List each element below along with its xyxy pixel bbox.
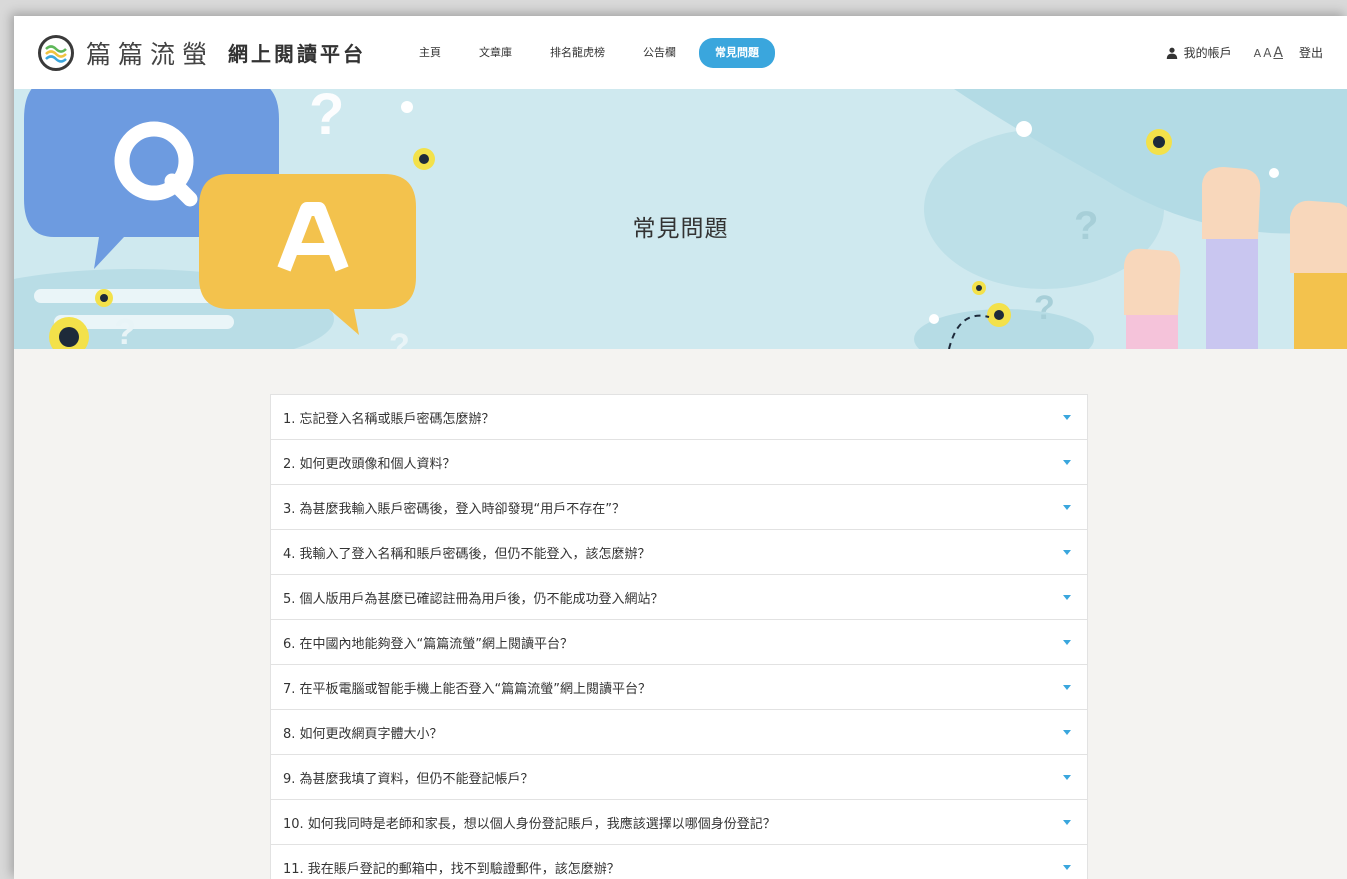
font-size-medium[interactable]: A: [1263, 46, 1271, 60]
svg-text:?: ?: [1034, 289, 1055, 327]
font-size-large[interactable]: A: [1273, 45, 1283, 61]
font-size-controls: A A A: [1254, 45, 1285, 61]
faq-list: 1. 忘記登入名稱或賬戶密碼怎麼辦？ 2. 如何更改頭像和個人資料？ 3. 為甚…: [270, 394, 1088, 879]
menu-item-rankings[interactable]: 排名龍虎榜: [531, 38, 624, 68]
caret-down-icon: [1063, 414, 1071, 420]
faq-question: 7. 在平板電腦或智能手機上能否登入“篇篇流螢”網上閱讀平台？: [283, 681, 652, 697]
caret-down-icon: [1063, 819, 1071, 825]
faq-item-4[interactable]: 4. 我輸入了登入名稱和賬戶密碼後，但仍不能登入，該怎麼辦？: [271, 530, 1087, 575]
brand-logo[interactable]: 篇篇流螢 網上閱讀平台: [38, 34, 367, 71]
font-size-small[interactable]: A: [1254, 47, 1262, 60]
faq-question: 10. 如何我同時是老師和家長，想以個人身份登記賬戶，我應該選擇以哪個身份登記？: [283, 816, 776, 832]
hero-banner: ? ? ? ? ? 常見問題: [14, 89, 1347, 349]
caret-down-icon: [1063, 639, 1071, 645]
faq-question: 5. 個人版用戶為甚麼已確認註冊為用戶後，仍不能成功登入網站？: [283, 591, 664, 607]
my-account-link[interactable]: 我的帳戶: [1166, 44, 1232, 61]
faq-item-8[interactable]: 8. 如何更改網頁字體大小？: [271, 710, 1087, 755]
faq-item-7[interactable]: 7. 在平板電腦或智能手機上能否登入“篇篇流螢”網上閱讀平台？: [271, 665, 1087, 710]
user-icon: [1166, 47, 1177, 59]
svg-text:?: ?: [309, 89, 344, 147]
faq-item-10[interactable]: 10. 如何我同時是老師和家長，想以個人身份登記賬戶，我應該選擇以哪個身份登記？: [271, 800, 1087, 845]
logout-link[interactable]: 登出: [1299, 44, 1323, 61]
faq-item-5[interactable]: 5. 個人版用戶為甚麼已確認註冊為用戶後，仍不能成功登入網站？: [271, 575, 1087, 620]
faq-item-2[interactable]: 2. 如何更改頭像和個人資料？: [271, 440, 1087, 485]
main-menu: 主頁 文章庫 排名龍虎榜 公告欄 常見問題: [400, 37, 776, 68]
faq-question: 8. 如何更改網頁字體大小？: [283, 726, 443, 742]
caret-down-icon: [1063, 684, 1071, 690]
faq-item-11[interactable]: 11. 我在賬戶登記的郵箱中，找不到驗證郵件，該怎麼辦？: [271, 845, 1087, 879]
faq-question: 2. 如何更改頭像和個人資料？: [283, 456, 456, 472]
caret-down-icon: [1063, 865, 1071, 870]
svg-text:?: ?: [389, 327, 410, 349]
page-title: 常見問題: [632, 216, 729, 242]
brand-name: 篇篇流螢: [86, 39, 215, 69]
brand-subtitle: 網上閱讀平台: [228, 42, 367, 66]
faq-question: 3. 為甚麼我輸入賬戶密碼後，登入時卻發現“用戶不存在”？: [283, 501, 626, 517]
faq-question: 4. 我輸入了登入名稱和賬戶密碼後，但仍不能登入，該怎麼辦？: [283, 546, 651, 562]
logo-icon: [38, 34, 74, 71]
browser-frame: 篇篇流螢 網上閱讀平台 主頁 文章庫 排名龍虎榜 公告欄 常見問題 我的帳戶 A…: [14, 16, 1347, 879]
faq-item-1[interactable]: 1. 忘記登入名稱或賬戶密碼怎麼辦？: [271, 395, 1087, 440]
faq-question: 9. 為甚麼我填了資料，但仍不能登記帳戶？: [283, 771, 534, 787]
svg-text:?: ?: [114, 311, 136, 349]
faq-question: 11. 我在賬戶登記的郵箱中，找不到驗證郵件，該怎麼辦？: [283, 862, 620, 877]
caret-down-icon: [1063, 774, 1071, 780]
faq-item-9[interactable]: 9. 為甚麼我填了資料，但仍不能登記帳戶？: [271, 755, 1087, 800]
menu-item-articles[interactable]: 文章庫: [460, 38, 531, 68]
menu-item-faq[interactable]: 常見問題: [699, 37, 776, 68]
caret-down-icon: [1063, 504, 1071, 510]
caret-down-icon: [1063, 594, 1071, 600]
caret-down-icon: [1063, 729, 1071, 735]
nav-right: 我的帳戶 A A A 登出: [1166, 44, 1323, 61]
faq-item-6[interactable]: 6. 在中國內地能夠登入“篇篇流螢”網上閱讀平台？: [271, 620, 1087, 665]
top-nav: 篇篇流螢 網上閱讀平台 主頁 文章庫 排名龍虎榜 公告欄 常見問題 我的帳戶 A…: [14, 16, 1347, 89]
menu-item-announcements[interactable]: 公告欄: [624, 38, 695, 68]
caret-down-icon: [1063, 459, 1071, 465]
menu-item-home[interactable]: 主頁: [400, 38, 460, 68]
caret-down-icon: [1063, 549, 1071, 555]
faq-question: 1. 忘記登入名稱或賬戶密碼怎麼辦？: [283, 411, 495, 427]
faq-item-3[interactable]: 3. 為甚麼我輸入賬戶密碼後，登入時卻發現“用戶不存在”？: [271, 485, 1087, 530]
my-account-label: 我的帳戶: [1183, 46, 1232, 60]
faq-question: 6. 在中國內地能夠登入“篇篇流螢”網上閱讀平台？: [283, 636, 574, 652]
